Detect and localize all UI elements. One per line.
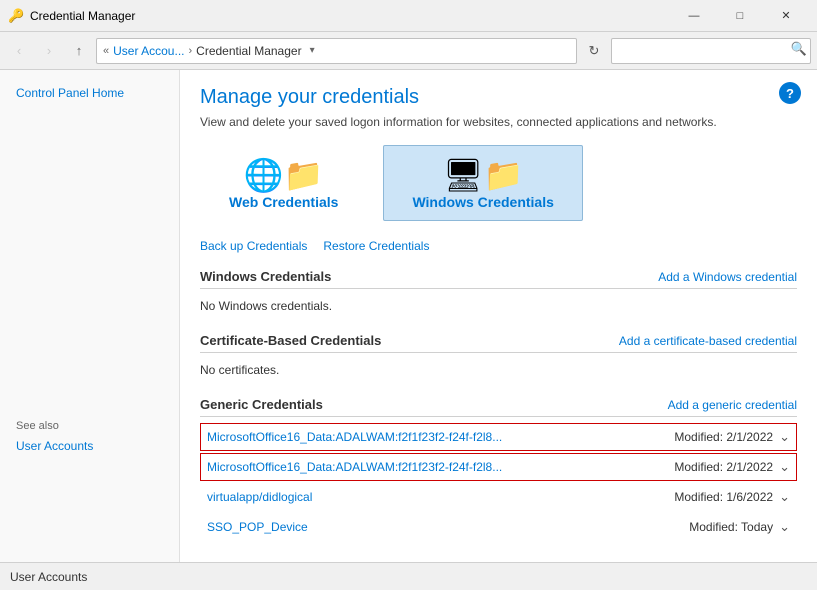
credential-modified: Modified: Today [689, 520, 773, 534]
credential-row[interactable]: MicrosoftOffice16_Data:ADALWAM:f2f1f23f2… [200, 453, 797, 481]
control-panel-home-link[interactable]: Control Panel Home [0, 82, 179, 104]
search-input[interactable] [611, 38, 811, 64]
maximize-button[interactable]: □ [717, 0, 763, 32]
page-subtitle: View and delete your saved logon informa… [200, 115, 797, 129]
breadcrumb-dropdown-icon[interactable]: ▾ [310, 45, 315, 56]
titlebar: 🔑 Credential Manager — □ ✕ [0, 0, 817, 32]
back-button[interactable]: ‹ [6, 38, 32, 64]
credential-type-tabs: 🌐📁 Web Credentials 🖥📁 Windows Credential… [200, 145, 797, 221]
section-empty-1: No certificates. [200, 359, 797, 385]
chevron-down-icon[interactable]: ⌄ [779, 459, 790, 475]
close-button[interactable]: ✕ [763, 0, 809, 32]
add-credential-link-1[interactable]: Add a certificate-based credential [619, 334, 797, 348]
page-title: Manage your credentials [200, 86, 797, 109]
web-credentials-icon: 🌐📁 [244, 156, 324, 194]
tab-web-label: Web Credentials [229, 194, 338, 210]
forward-button[interactable]: › [36, 38, 62, 64]
credential-modified: Modified: 2/1/2022 [674, 460, 773, 474]
see-also-label: See also [0, 404, 179, 436]
addressbar: ‹ › ↑ « User Accou... › Credential Manag… [0, 32, 817, 70]
breadcrumb-prefix: « [103, 45, 109, 57]
sidebar: Control Panel Home See also User Account… [0, 70, 180, 562]
statusbar: User Accounts [0, 562, 817, 590]
backup-link[interactable]: Back up Credentials [200, 239, 307, 253]
chevron-down-icon[interactable]: ⌄ [779, 429, 790, 445]
search-wrap: 🔍 [611, 38, 811, 64]
actions-row: Back up Credentials Restore Credentials [200, 239, 797, 253]
credential-name: MicrosoftOffice16_Data:ADALWAM:f2f1f23f2… [207, 430, 502, 444]
minimize-button[interactable]: — [671, 0, 717, 32]
credential-section-1: Certificate-Based Credentials Add a certi… [200, 333, 797, 385]
section-empty-0: No Windows credentials. [200, 295, 797, 321]
refresh-button[interactable]: ↻ [581, 38, 607, 64]
credential-row[interactable]: MicrosoftOffice16_Data:ADALWAM:f2f1f23f2… [200, 423, 797, 451]
breadcrumb-bar: « User Accou... › Credential Manager ▾ [96, 38, 577, 64]
tab-windows-credentials[interactable]: 🖥📁 Windows Credentials [383, 145, 582, 221]
search-button[interactable]: 🔍 [791, 41, 807, 57]
credential-meta: Modified: 2/1/2022 ⌄ [674, 429, 790, 445]
add-credential-link-0[interactable]: Add a Windows credential [658, 270, 797, 284]
breadcrumb-current: Credential Manager [196, 44, 301, 58]
restore-link[interactable]: Restore Credentials [323, 239, 429, 253]
section-title-0: Windows Credentials [200, 269, 331, 284]
help-button[interactable]: ? [779, 82, 801, 104]
credential-section-2: Generic Credentials Add a generic credent… [200, 397, 797, 541]
statusbar-text: User Accounts [10, 570, 87, 584]
windows-credentials-icon: 🖥📁 [443, 156, 523, 194]
credential-name: virtualapp/didlogical [207, 490, 312, 504]
main-layout: Control Panel Home See also User Account… [0, 70, 817, 562]
breadcrumb-separator: › [189, 45, 193, 57]
section-header-2: Generic Credentials Add a generic credent… [200, 397, 797, 417]
section-title-1: Certificate-Based Credentials [200, 333, 381, 348]
credential-modified: Modified: 2/1/2022 [674, 430, 773, 444]
app-icon: 🔑 [8, 8, 24, 24]
credential-modified: Modified: 1/6/2022 [674, 490, 773, 504]
credential-row[interactable]: virtualapp/didlogical Modified: 1/6/2022 ⌄ [200, 483, 797, 511]
user-accounts-link[interactable]: User Accounts [0, 436, 179, 456]
credential-name: MicrosoftOffice16_Data:ADALWAM:f2f1f23f2… [207, 460, 502, 474]
credential-meta: Modified: Today ⌄ [689, 519, 790, 535]
section-header-1: Certificate-Based Credentials Add a certi… [200, 333, 797, 353]
chevron-down-icon[interactable]: ⌄ [779, 519, 790, 535]
up-button[interactable]: ↑ [66, 38, 92, 64]
window-title: Credential Manager [30, 9, 671, 23]
tab-windows-label: Windows Credentials [412, 194, 553, 210]
content-area: ? Manage your credentials View and delet… [180, 70, 817, 562]
credential-meta: Modified: 1/6/2022 ⌄ [674, 489, 790, 505]
credential-section-0: Windows Credentials Add a Windows credent… [200, 269, 797, 321]
credential-meta: Modified: 2/1/2022 ⌄ [674, 459, 790, 475]
chevron-down-icon[interactable]: ⌄ [779, 489, 790, 505]
section-title-2: Generic Credentials [200, 397, 323, 412]
sections-container: Windows Credentials Add a Windows credent… [200, 269, 797, 541]
section-header-0: Windows Credentials Add a Windows credent… [200, 269, 797, 289]
tab-web-credentials[interactable]: 🌐📁 Web Credentials [200, 145, 367, 221]
credential-row[interactable]: SSO_POP_Device Modified: Today ⌄ [200, 513, 797, 541]
add-credential-link-2[interactable]: Add a generic credential [668, 398, 797, 412]
window-controls: — □ ✕ [671, 0, 809, 32]
breadcrumb-parent[interactable]: User Accou... [113, 44, 184, 58]
credential-name: SSO_POP_Device [207, 520, 308, 534]
